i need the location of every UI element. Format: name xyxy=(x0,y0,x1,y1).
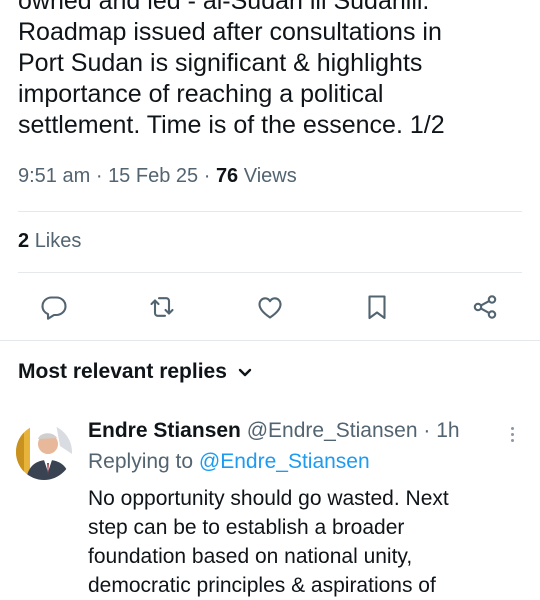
replying-to-label: Replying to xyxy=(88,450,194,473)
bookmark-icon xyxy=(368,295,386,320)
meta-separator: · xyxy=(203,165,211,187)
bookmark-button[interactable] xyxy=(357,287,397,327)
reply-button[interactable] xyxy=(34,287,74,327)
reply-text-line: democratic principles & aspirations of xyxy=(88,574,436,597)
likes-link[interactable]: 2 Likes xyxy=(18,230,81,253)
reply-time[interactable]: 1h xyxy=(436,419,459,442)
views-count[interactable]: 76 xyxy=(216,165,238,187)
retweet-icon xyxy=(150,297,174,317)
more-options-button[interactable] xyxy=(500,422,524,446)
reply-icon xyxy=(41,296,67,320)
replies-sort-dropdown[interactable]: Most relevant replies xyxy=(18,360,253,384)
likes-label: Likes xyxy=(34,230,82,252)
like-button[interactable] xyxy=(250,287,290,327)
replies-sort-label: Most relevant replies xyxy=(18,360,227,383)
divider xyxy=(0,340,540,341)
reply-author-handle[interactable]: @Endre_Stiansen xyxy=(247,419,418,442)
more-dot xyxy=(510,438,514,442)
tweet-text-line: importance of reaching a political xyxy=(18,80,384,108)
retweet-button[interactable] xyxy=(142,287,182,327)
avatar[interactable] xyxy=(16,424,72,480)
reply-text-line: No opportunity should go wasted. Next xyxy=(88,487,449,510)
reply-text-line: step can be to establish a broader xyxy=(88,516,405,539)
reply-header: Endre Stiansen @Endre_Stiansen · 1h xyxy=(88,419,460,443)
tweet-text-line: owned and led - al-Sudan ill Sudanill. xyxy=(18,0,430,15)
meta-separator: · xyxy=(423,419,431,442)
tweet-text-line: Port Sudan is significant & highlights xyxy=(18,49,423,77)
share-icon xyxy=(473,295,497,319)
views-label[interactable]: Views xyxy=(244,165,297,187)
reply-text: No opportunity should go wasted. Next st… xyxy=(88,484,528,600)
tweet-date[interactable]: 15 Feb 25 xyxy=(108,165,198,187)
meta-separator: · xyxy=(95,165,103,187)
chevron-down-icon xyxy=(238,368,252,377)
likes-count: 2 xyxy=(18,230,30,252)
replying-to-handle[interactable]: @Endre_Stiansen xyxy=(199,450,370,473)
tweet-text-line: Roadmap issued after consultations in xyxy=(18,18,442,46)
divider xyxy=(18,272,522,273)
replying-to: Replying to @Endre_Stiansen xyxy=(88,450,370,474)
heart-icon xyxy=(258,297,282,319)
divider xyxy=(18,211,522,212)
tweet-meta: 9:51 am · 15 Feb 25 · 76 Views xyxy=(18,165,297,188)
reply-text-line: foundation based on national unity, xyxy=(88,545,413,568)
share-button[interactable] xyxy=(465,287,505,327)
action-bar xyxy=(0,287,540,327)
tweet-text-line: settlement. Time is of the essence. 1/2 xyxy=(18,111,445,139)
more-dot xyxy=(510,432,514,436)
tweet-time[interactable]: 9:51 am xyxy=(18,165,90,187)
reply-author-name[interactable]: Endre Stiansen xyxy=(88,419,241,442)
avatar-photo xyxy=(16,424,72,480)
tweet-text: owned and led - al-Sudan ill Sudanill. R… xyxy=(18,0,528,141)
more-dot xyxy=(510,426,514,430)
